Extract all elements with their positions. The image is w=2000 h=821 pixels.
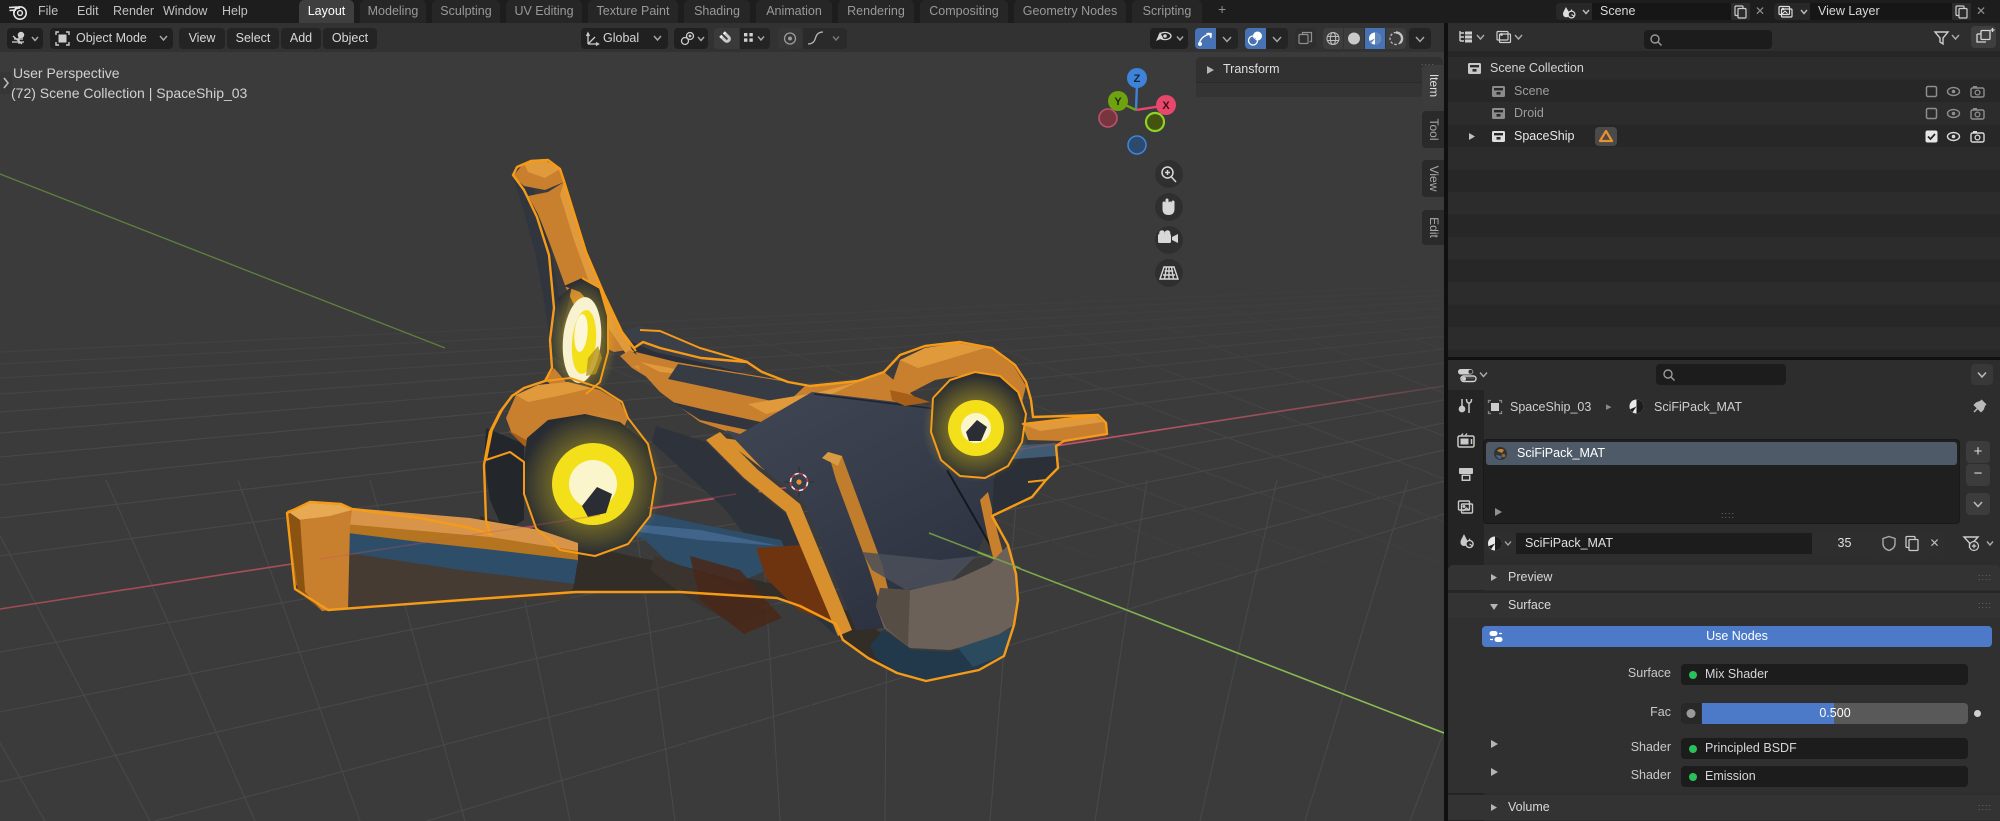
svg-text:Z: Z: [1134, 73, 1141, 85]
svg-text:Y: Y: [1114, 96, 1122, 108]
svg-text:X: X: [1162, 100, 1170, 112]
